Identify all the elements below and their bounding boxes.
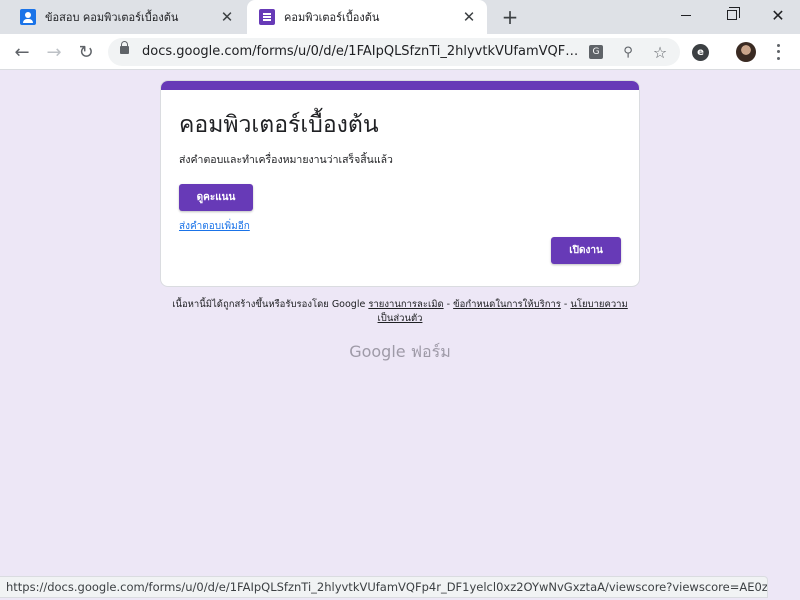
extension-icon[interactable]: e — [692, 44, 709, 61]
restore-icon — [727, 7, 740, 20]
new-tab-button[interactable]: + — [499, 6, 521, 28]
report-abuse-link[interactable]: รายงานการละเมิด — [368, 299, 443, 310]
minimize-button[interactable] — [663, 0, 709, 30]
minimize-icon — [681, 14, 691, 16]
restore-button[interactable] — [709, 0, 755, 30]
reload-button[interactable]: ↻ — [72, 38, 100, 66]
open-work-button[interactable]: เปิดงาน — [551, 237, 621, 264]
form-title: คอมพิวเตอร์เบื้องต้น — [179, 112, 379, 138]
footer-disclaimer: เนื้อหานี้มิได้ถูกสร้างขึ้นหรือรับรองโดย… — [168, 298, 632, 326]
translate-icon[interactable]: G — [586, 42, 606, 62]
confirmation-message: ส่งคำตอบและทำเครื่องหมายงานว่าเสร็จสิ้นแ… — [179, 154, 393, 166]
tab-quiz[interactable]: ข้อสอบ คอมพิวเตอร์เบื้องต้น ✕ — [0, 0, 245, 34]
tab-form[interactable]: คอมพิวเตอร์เบื้องต้น ✕ — [247, 0, 487, 34]
lock-icon[interactable] — [120, 41, 129, 54]
tab-close-icon[interactable]: ✕ — [219, 9, 235, 25]
profile-avatar[interactable] — [736, 42, 756, 62]
close-window-button[interactable]: ✕ — [755, 0, 800, 30]
google-forms-logo[interactable]: Google ฟอร์ม — [340, 340, 460, 365]
google-forms-icon — [259, 9, 275, 25]
bookmark-star-icon[interactable]: ☆ — [650, 42, 670, 62]
disclaimer-text: เนื้อหานี้มิได้ถูกสร้างขึ้นหรือรับรองโดย… — [172, 299, 366, 310]
url-text[interactable]: docs.google.com/forms/u/0/d/e/1FAIpQLSfz… — [142, 38, 582, 66]
view-score-button[interactable]: ดูคะแนน — [179, 184, 253, 211]
card-accent-bar — [161, 81, 639, 90]
close-icon: ✕ — [771, 5, 785, 25]
tab-label: ข้อสอบ คอมพิวเตอร์เบื้องต้น — [45, 11, 179, 24]
terms-link[interactable]: ข้อกำหนดในการให้บริการ — [453, 299, 561, 310]
status-bar-url: https://docs.google.com/forms/u/0/d/e/1F… — [0, 576, 768, 598]
google-classroom-icon — [20, 9, 36, 25]
zoom-icon[interactable]: ⚲ — [618, 42, 638, 62]
address-bar[interactable]: docs.google.com/forms/u/0/d/e/1FAIpQLSfz… — [108, 38, 680, 66]
submit-another-link[interactable]: ส่งคำตอบเพิ่มอีก — [179, 219, 250, 234]
browser-menu-icon[interactable] — [772, 42, 784, 62]
separator: - — [446, 299, 451, 310]
tab-label: คอมพิวเตอร์เบื้องต้น — [284, 11, 380, 24]
forward-button[interactable]: → — [40, 38, 68, 66]
back-button[interactable]: ← — [8, 38, 36, 66]
tab-strip: ข้อสอบ คอมพิวเตอร์เบื้องต้น ✕ คอมพิวเตอร… — [0, 0, 800, 34]
form-confirmation-card: คอมพิวเตอร์เบื้องต้น ส่งคำตอบและทำเครื่อ… — [160, 80, 640, 287]
tab-close-icon[interactable]: ✕ — [461, 9, 477, 25]
separator: - — [563, 299, 568, 310]
browser-toolbar: ← → ↻ docs.google.com/forms/u/0/d/e/1FAI… — [0, 34, 800, 70]
